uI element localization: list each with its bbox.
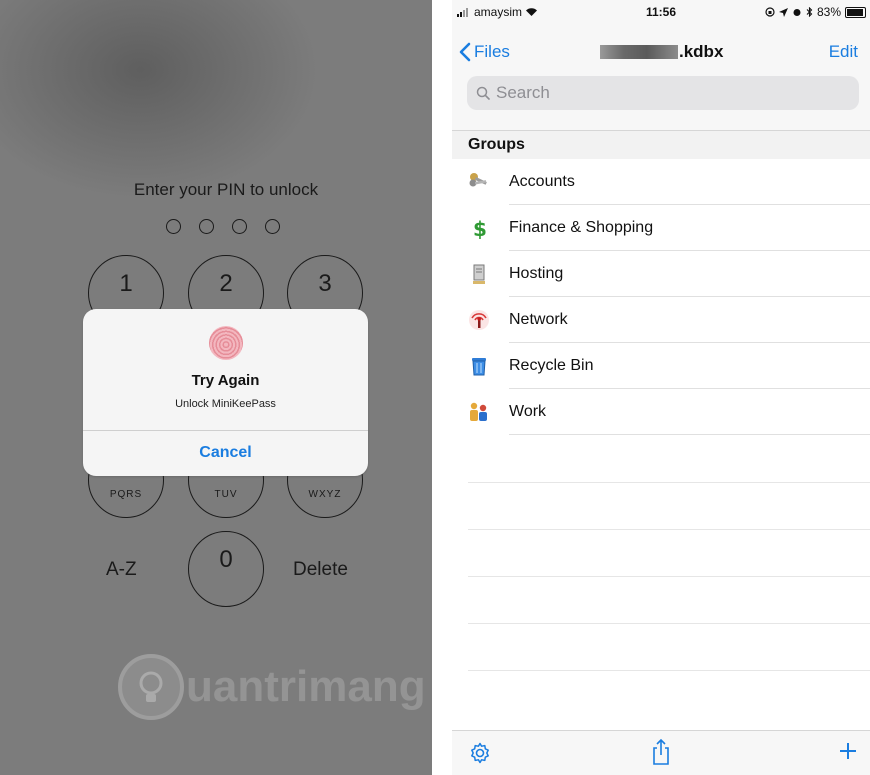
database-title: .kdbx — [600, 42, 723, 62]
navigation-bar: Files .kdbx Edit Search — [452, 22, 870, 131]
title-extension: .kdbx — [679, 42, 724, 61]
back-label: Files — [474, 42, 510, 61]
watermark-text: uantrimang — [186, 662, 426, 711]
key-number: 2 — [219, 270, 233, 297]
empty-row — [468, 670, 870, 717]
redacted-filename — [600, 45, 678, 59]
group-label: Network — [509, 311, 568, 328]
empty-row — [468, 482, 870, 529]
location-icon — [778, 7, 788, 17]
group-row-accounts[interactable]: Accounts — [452, 159, 870, 205]
battery-icon — [845, 6, 866, 18]
group-label: Work — [509, 403, 547, 420]
lightbulb-logo-icon — [118, 654, 184, 720]
search-icon — [476, 86, 490, 100]
panel-gap — [432, 0, 452, 775]
key-number: 1 — [119, 270, 133, 297]
key-letters: WXYZ — [308, 489, 342, 500]
pin-dot — [166, 219, 181, 234]
dialog-title: Try Again — [191, 372, 260, 389]
delete-button[interactable]: Delete — [293, 559, 348, 581]
edit-button[interactable]: Edit — [829, 42, 858, 62]
watermark: uantrimang — [118, 652, 426, 722]
groups-screen: amaysim 11:56 83% Files .kdbx Edit Searc… — [452, 0, 870, 775]
touch-id-dialog: Try Again Unlock MiniKeePass Cancel — [83, 309, 368, 476]
search-field[interactable]: Search — [467, 76, 859, 110]
gear-icon[interactable] — [468, 741, 492, 765]
battery-percent: 83% — [816, 5, 841, 19]
share-icon[interactable] — [650, 738, 672, 766]
group-label: Recycle Bin — [509, 357, 594, 374]
group-label: Accounts — [509, 173, 575, 190]
pin-dot — [265, 219, 280, 234]
group-label: Finance & Shopping — [509, 219, 654, 236]
group-label: Hosting — [509, 265, 564, 282]
dollar-icon: $ — [473, 217, 487, 239]
background-blur — [0, 0, 320, 200]
trash-icon — [472, 358, 486, 376]
fingerprint-icon — [209, 326, 243, 360]
back-button[interactable]: Files — [459, 42, 510, 62]
key-number: 3 — [318, 270, 332, 297]
empty-row — [468, 623, 870, 670]
search-placeholder: Search — [496, 83, 550, 102]
people-icon — [470, 402, 487, 421]
dialog-subtitle: Unlock MiniKeePass — [175, 398, 276, 410]
key-number: 0 — [219, 546, 233, 573]
pin-dot — [232, 219, 247, 234]
group-row-work[interactable]: Work — [452, 389, 870, 435]
pin-indicator — [166, 219, 280, 234]
lock-rotation-icon — [765, 7, 775, 17]
chevron-left-icon — [459, 42, 471, 62]
alarm-icon — [793, 9, 801, 16]
groups-list: Accounts $ Finance & Shopping Hosting Ne… — [452, 159, 870, 435]
server-icon — [473, 264, 485, 284]
pin-prompt: Enter your PIN to unlock — [133, 180, 319, 199]
section-header: Groups — [452, 131, 870, 159]
pin-lock-screen: Enter your PIN to unlock 1 2 3 PQRS TUV … — [0, 0, 432, 775]
keys-icon — [469, 173, 487, 187]
pin-dot — [199, 219, 214, 234]
row-separator — [509, 434, 870, 435]
key-letters: TUV — [214, 489, 238, 500]
plus-icon[interactable] — [838, 741, 858, 761]
group-row-finance[interactable]: $ Finance & Shopping — [452, 205, 870, 251]
cancel-button[interactable]: Cancel — [83, 444, 368, 462]
empty-row — [468, 529, 870, 576]
group-row-recycle-bin[interactable]: Recycle Bin — [452, 343, 870, 389]
empty-row — [468, 576, 870, 623]
dialog-divider — [83, 430, 368, 431]
key-0[interactable]: 0 — [188, 531, 264, 607]
group-row-network[interactable]: Network — [452, 297, 870, 343]
svg-text:$: $ — [473, 217, 487, 239]
empty-table-rows — [468, 482, 870, 717]
az-button[interactable]: A-Z — [106, 559, 137, 581]
status-bar: amaysim 11:56 83% — [452, 0, 870, 22]
bottom-toolbar — [452, 730, 870, 775]
section-title: Groups — [468, 136, 525, 153]
bluetooth-icon — [806, 7, 813, 17]
group-row-hosting[interactable]: Hosting — [452, 251, 870, 297]
key-letters: PQRS — [109, 489, 143, 500]
antenna-icon — [469, 310, 489, 330]
